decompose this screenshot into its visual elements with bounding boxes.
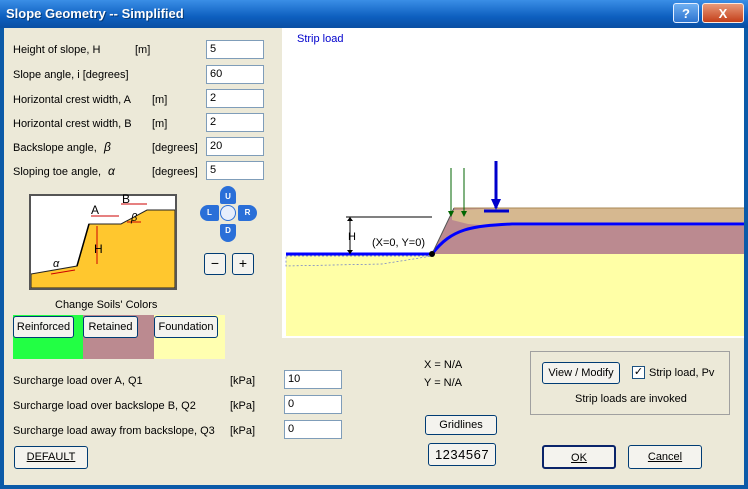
canvas-h-label: H — [348, 231, 356, 243]
strip-load-checkbox-label: Strip load, Pv — [649, 367, 715, 379]
q1-input[interactable]: 10 — [284, 370, 342, 389]
geometry-sketch: A B H β α — [29, 192, 177, 290]
ok-button[interactable]: OK — [542, 445, 616, 469]
q1-unit: [kPa] — [230, 375, 256, 387]
ok-button-label: OK — [571, 452, 587, 464]
height-unit: [m] — [135, 44, 151, 56]
slope-angle-label: Slope angle, i [degrees] — [13, 69, 129, 81]
help-button[interactable]: ? — [673, 3, 699, 23]
slope-angle-input[interactable]: 60 — [206, 65, 264, 84]
view-modify-button[interactable]: View / Modify — [542, 362, 620, 384]
q2-unit: [kPa] — [230, 400, 256, 412]
zoom-out-button[interactable]: − — [204, 253, 226, 275]
toe-angle-input[interactable]: 5 — [206, 161, 264, 180]
soil-colors-title: Change Soils' Colors — [55, 299, 158, 311]
crest-b-label: Horizontal crest width, B — [13, 118, 132, 130]
toe-angle-unit: [degrees] — [152, 166, 198, 178]
toe-angle-label: Sloping toe angle, — [13, 166, 102, 178]
q3-input[interactable]: 0 — [284, 420, 342, 439]
numbers-button[interactable]: 1234567 — [428, 443, 496, 466]
crest-a-label: Horizontal crest width, A — [13, 94, 131, 106]
height-input[interactable]: 5 — [206, 40, 264, 59]
retained-color-button[interactable]: Retained — [83, 316, 138, 338]
slope-drawing — [285, 161, 744, 336]
q1-label: Surcharge load over A, Q1 — [13, 375, 143, 387]
q2-label: Surcharge load over backslope B, Q2 — [13, 400, 196, 412]
sketch-a-label: A — [91, 203, 100, 217]
q3-label: Surcharge load away from backslope, Q3 — [13, 425, 215, 437]
x-coordinate: X = N/A — [424, 359, 463, 371]
crest-a-unit: [m] — [152, 94, 168, 106]
sketch-beta-label: β — [131, 212, 138, 224]
pan-up-button[interactable]: U — [220, 186, 236, 204]
height-label: Height of slope, H — [13, 44, 101, 56]
strip-load-checkbox[interactable]: ✓ — [632, 366, 645, 379]
sketch-drawing — [31, 203, 175, 288]
window-title: Slope Geometry -- Simplified — [6, 6, 184, 21]
sketch-h-label: H — [94, 242, 103, 256]
pan-left-button[interactable]: L — [200, 205, 219, 221]
foundation-color-button[interactable]: Foundation — [154, 316, 218, 338]
title-bar[interactable]: Slope Geometry -- Simplified ? X — [0, 0, 748, 28]
crest-b-unit: [m] — [152, 118, 168, 130]
default-button-label: DEFAULT — [26, 451, 76, 463]
sketch-b-label: B — [122, 192, 131, 206]
backslope-label: Backslope angle, — [13, 142, 97, 154]
q3-unit: [kPa] — [230, 425, 256, 437]
gridlines-button[interactable]: Gridlines — [425, 415, 497, 435]
crest-a-input[interactable]: 2 — [206, 89, 264, 108]
backslope-input[interactable]: 20 — [206, 137, 264, 156]
y-coordinate: Y = N/A — [424, 377, 463, 389]
reinforced-color-button[interactable]: Reinforced — [13, 316, 74, 338]
cancel-button[interactable]: Cancel — [628, 445, 702, 469]
close-button[interactable]: X — [702, 3, 744, 23]
geometry-canvas[interactable]: Strip load H (X=0, Y=0) — [282, 28, 744, 338]
q2-input[interactable]: 0 — [284, 395, 342, 414]
default-button[interactable]: DEFAULT — [14, 446, 88, 469]
center-crosshair-icon[interactable] — [220, 205, 236, 221]
pan-right-button[interactable]: R — [238, 205, 257, 221]
dialog-window: Slope Geometry -- Simplified ? X Height … — [0, 0, 748, 489]
origin-label: (X=0, Y=0) — [372, 237, 425, 249]
crest-b-input[interactable]: 2 — [206, 113, 264, 132]
nav-pad: U D L R — [200, 186, 260, 242]
backslope-unit: [degrees] — [152, 142, 198, 154]
zoom-in-button[interactable]: + — [232, 253, 254, 275]
cancel-button-label: Cancel — [647, 451, 683, 463]
dialog-client-area: Height of slope, H [m] 5 Slope angle, i … — [4, 28, 744, 485]
strip-status-text: Strip loads are invoked — [575, 393, 687, 405]
pan-down-button[interactable]: D — [220, 224, 236, 242]
alpha-symbol: α — [108, 164, 115, 178]
beta-symbol: β — [104, 140, 111, 154]
sketch-alpha-label: α — [53, 258, 60, 270]
